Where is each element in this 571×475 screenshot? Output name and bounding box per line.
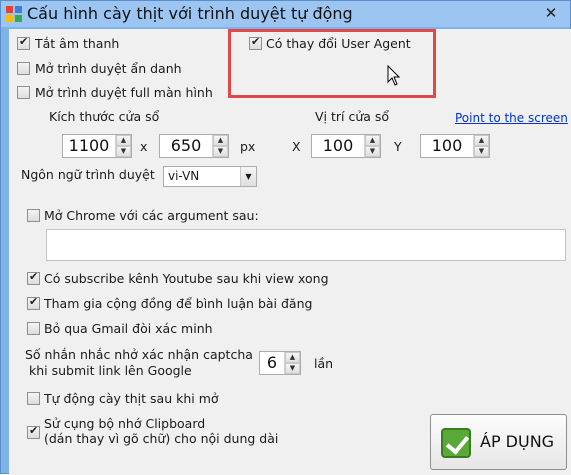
height-up-arrow-icon[interactable]: ▲ — [213, 135, 228, 146]
user-agent-label: Có thay đổi User Agent — [266, 36, 411, 51]
subscribe-checkbox[interactable] — [27, 270, 40, 285]
size-unit: px — [240, 139, 256, 154]
captcha-spinner[interactable]: 6 ▲ ▼ — [259, 351, 301, 375]
point-to-screen-link[interactable]: Point to the screen — [455, 111, 568, 125]
height-value: 650 — [170, 136, 202, 155]
captcha-label-line1: Số nhắn nhắc nhở xác nhận captcha — [25, 347, 253, 362]
y-label: Y — [394, 139, 402, 154]
height-spinner[interactable]: 650 ▲ ▼ — [159, 134, 229, 158]
skip-gmail-checkbox[interactable] — [27, 322, 40, 335]
apply-button-label: ÁP DỤNG — [480, 432, 555, 451]
captcha-down-arrow-icon[interactable]: ▼ — [285, 363, 300, 374]
x-up-arrow-icon[interactable]: ▲ — [365, 135, 380, 146]
x-label: X — [292, 139, 301, 154]
language-select[interactable]: vi-VN ▼ — [163, 166, 257, 187]
title-bar[interactable]: Cấu hình cày thịt với trình duyệt tự độn… — [1, 1, 570, 27]
language-value: vi-VN — [168, 169, 200, 183]
incognito-checkbox[interactable] — [17, 62, 30, 75]
chrome-args-label: Mở Chrome với các argument sau: — [44, 208, 259, 223]
chrome-args-input[interactable] — [46, 229, 566, 261]
settings-window: Cấu hình cày thịt với trình duyệt tự độn… — [0, 0, 571, 475]
x-down-arrow-icon[interactable]: ▼ — [365, 146, 380, 157]
size-separator: x — [140, 139, 148, 154]
mouse-cursor-icon — [387, 65, 401, 86]
user-agent-checkbox[interactable] — [249, 35, 262, 50]
checkmark-icon — [441, 428, 471, 458]
community-checkbox[interactable] — [27, 295, 40, 310]
mute-checkbox[interactable] — [17, 35, 30, 50]
chevron-down-icon[interactable]: ▼ — [240, 167, 256, 186]
apply-button[interactable]: ÁP DỤNG — [430, 414, 567, 470]
height-down-arrow-icon[interactable]: ▼ — [213, 146, 228, 157]
y-value: 100 — [431, 136, 463, 155]
app-logo-icon — [6, 6, 22, 22]
settings-panel: Tắt âm thanh Mở trình duyệt ẩn danh Mở t… — [9, 29, 571, 475]
subscribe-label: Có subscribe kênh Youtube sau khi view x… — [44, 271, 329, 286]
captcha-up-arrow-icon[interactable]: ▲ — [285, 352, 300, 363]
skip-gmail-label: Bỏ qua Gmail đòi xác minh — [44, 321, 213, 336]
window-title: Cấu hình cày thịt với trình duyệt tự độn… — [27, 4, 353, 23]
width-value: 1100 — [68, 136, 110, 155]
x-spinner[interactable]: 100 ▲ ▼ — [311, 134, 381, 158]
clipboard-label-line1: Sử cụng bộ nhớ Clipboard — [44, 416, 206, 431]
clipboard-label-line2: (dán thay vì gõ chữ) cho nội dung dài — [44, 431, 279, 446]
community-label: Tham gia cộng đồng để bình luận bài đăng — [44, 296, 313, 311]
close-button[interactable]: ✕ — [542, 4, 560, 22]
y-down-arrow-icon[interactable]: ▼ — [474, 146, 489, 157]
captcha-value: 6 — [266, 353, 278, 372]
auto-start-checkbox[interactable] — [27, 392, 40, 405]
window-position-label: Vị trí cửa sổ — [315, 109, 390, 124]
width-up-arrow-icon[interactable]: ▲ — [116, 135, 131, 146]
y-up-arrow-icon[interactable]: ▲ — [474, 135, 489, 146]
captcha-label-line2: khi submit link lên Google — [29, 363, 192, 378]
y-spinner[interactable]: 100 ▲ ▼ — [420, 134, 490, 158]
language-label: Ngôn ngữ trình duyệt — [21, 167, 155, 182]
incognito-label: Mở trình duyệt ẩn danh — [35, 61, 182, 76]
captcha-unit: lần — [314, 356, 334, 371]
clipboard-checkbox[interactable] — [27, 424, 40, 439]
fullscreen-checkbox[interactable] — [17, 86, 30, 99]
window-size-label: Kích thước cửa sổ — [49, 109, 160, 124]
width-spinner[interactable]: 1100 ▲ ▼ — [62, 134, 132, 158]
mute-label: Tắt âm thanh — [35, 36, 120, 51]
auto-start-label: Tự động cày thịt sau khi mở — [44, 391, 219, 406]
width-down-arrow-icon[interactable]: ▼ — [116, 146, 131, 157]
chrome-args-checkbox[interactable] — [27, 209, 40, 222]
x-value: 100 — [322, 136, 354, 155]
fullscreen-label: Mở trình duyệt full màn hình — [35, 85, 213, 100]
